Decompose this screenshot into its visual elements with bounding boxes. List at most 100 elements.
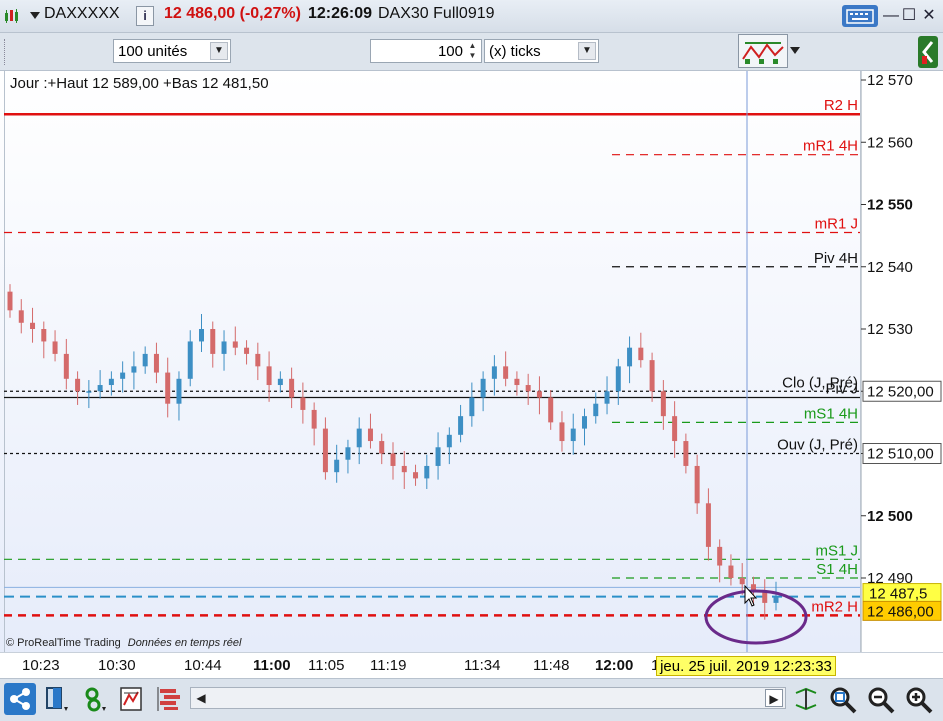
- candle-body: [379, 441, 385, 454]
- y-tick-label: 12 550: [867, 197, 913, 214]
- spinner-icon[interactable]: ▲ ▼: [466, 41, 479, 61]
- candle-body: [221, 341, 227, 354]
- trade-panel-icon[interactable]: [918, 36, 938, 68]
- candle-body: [30, 322, 36, 329]
- drawing-icon[interactable]: [118, 685, 146, 713]
- y-tick-label: 12 530: [867, 321, 913, 338]
- zoom-in-icon[interactable]: [904, 685, 934, 715]
- level-label: mR1 J: [815, 216, 858, 233]
- ticks-input[interactable]: 100 ▲ ▼: [370, 39, 482, 63]
- candle-body: [187, 341, 193, 379]
- candle-body: [311, 409, 317, 429]
- price-box-upper-label: 12 487,5: [869, 586, 927, 603]
- candle-body: [548, 397, 554, 423]
- candle-body: [176, 378, 182, 404]
- instrument-name[interactable]: DAXXXXX: [44, 5, 120, 23]
- instrument-menu-chevron-icon[interactable]: [30, 12, 40, 19]
- horizontal-scrollbar[interactable]: ◀ ▶: [190, 687, 786, 709]
- ticks-value: 100: [437, 43, 463, 60]
- candle-body: [514, 378, 520, 386]
- candle-body: [582, 416, 587, 429]
- candle-body: [570, 428, 576, 442]
- quantity-select[interactable]: 100 unités ▼: [113, 39, 231, 63]
- candle-body: [660, 391, 666, 417]
- candle-body: [142, 353, 148, 367]
- candle-body: [210, 329, 216, 354]
- candle-body: [739, 578, 745, 585]
- x-tick-label: 11:34: [464, 657, 501, 674]
- app-icon: [4, 8, 22, 24]
- keyboard-icon[interactable]: [842, 5, 878, 27]
- ticks-unit-select[interactable]: (x) ticks ▼: [484, 39, 599, 63]
- level-label: S1 4H: [816, 561, 858, 578]
- layout-icon[interactable]: [44, 685, 72, 713]
- clock-time: 12:26:09: [308, 5, 373, 22]
- resize-arrows-icon[interactable]: [792, 685, 820, 713]
- level-label: mS1 J: [815, 542, 858, 559]
- candle-body: [649, 360, 655, 392]
- watermark: © ProRealTime Trading Données en temps r…: [6, 637, 241, 649]
- candle-body: [627, 347, 633, 367]
- candle-body: [199, 329, 204, 342]
- candle-body: [63, 353, 69, 379]
- title-bar: DAXXXXX i 12 486,00 (-0,27%) 12:26:09 DA…: [0, 0, 943, 33]
- candle-body: [75, 378, 81, 392]
- candle-body: [536, 391, 542, 398]
- price-box-current-label: 12 486,00: [867, 603, 934, 620]
- candle-body: [322, 428, 328, 473]
- candle-body: [672, 416, 678, 442]
- y-tick-label: 12 560: [867, 134, 913, 151]
- level-label: Piv 4H: [814, 250, 858, 267]
- zoom-reset-icon[interactable]: [828, 685, 858, 715]
- candle-body: [86, 391, 92, 393]
- share-icon[interactable]: [4, 683, 36, 715]
- candle-body: [717, 546, 723, 566]
- candle-body: [525, 385, 531, 392]
- candle-body: [18, 310, 24, 323]
- x-tick-label: 12:00: [595, 657, 634, 674]
- scroll-right-button[interactable]: ▶: [765, 689, 783, 707]
- scroll-left-button[interactable]: ◀: [193, 690, 209, 706]
- chart-canvas[interactable]: R2 HmR1 4HmR1 JPiv 4HClo (J, Pré)Piv JmS…: [0, 71, 943, 652]
- maximize-button[interactable]: ☐: [898, 6, 920, 26]
- x-tick-label: 10:23: [22, 657, 60, 674]
- y-tick-label: 12 540: [867, 259, 913, 276]
- order-tool-icon[interactable]: [738, 34, 788, 68]
- list-icon[interactable]: [156, 685, 184, 713]
- x-tick-label: 11:19: [370, 657, 407, 674]
- y-tick-label: 12 520,00: [867, 383, 934, 400]
- chart-info-line: Jour :+Haut 12 589,00 +Bas 12 481,50: [10, 75, 269, 92]
- chevron-down-icon[interactable]: ▼: [578, 42, 596, 60]
- order-tool-chevron-icon[interactable]: [790, 47, 800, 54]
- level-label: mR2 H: [811, 598, 858, 615]
- candle-body: [469, 397, 475, 417]
- quantity-value: 100 unités: [118, 43, 188, 60]
- level-label: mR1 4H: [803, 138, 858, 155]
- level-label: R2 H: [824, 97, 858, 114]
- candle-body: [773, 596, 779, 603]
- candle-body: [153, 353, 159, 373]
- candle-body: [424, 465, 430, 479]
- info-icon[interactable]: i: [136, 6, 154, 26]
- price-change: 12 486,00 (-0,27%): [164, 5, 301, 22]
- close-button[interactable]: ✕: [918, 6, 940, 26]
- level-label: Piv J: [825, 380, 858, 397]
- y-tick-label: 12 570: [867, 72, 913, 89]
- indicator-icon[interactable]: [82, 685, 110, 713]
- watermark-brand: © ProRealTime Trading: [6, 637, 121, 649]
- toolbar-handle: [4, 39, 8, 65]
- candle-body: [52, 341, 58, 354]
- candle-body: [559, 422, 565, 442]
- candle-body: [694, 465, 700, 504]
- candle-body: [503, 366, 509, 379]
- time-axis[interactable]: 10:23 10:30 10:44 11:00 11:05 11:19 11:34 11:48…: [0, 652, 943, 679]
- candle-body: [446, 434, 452, 448]
- candle-body: [728, 565, 734, 578]
- price-chart[interactable]: R2 HmR1 4H mR1 J Piv 4H Clo (J, Pré) Piv JmS…: [0, 71, 943, 652]
- candle-body: [289, 378, 295, 398]
- candle-body: [7, 291, 13, 311]
- candle-body: [266, 366, 272, 386]
- candle-body: [604, 391, 610, 404]
- chevron-down-icon[interactable]: ▼: [210, 42, 228, 60]
- zoom-out-icon[interactable]: [866, 685, 896, 715]
